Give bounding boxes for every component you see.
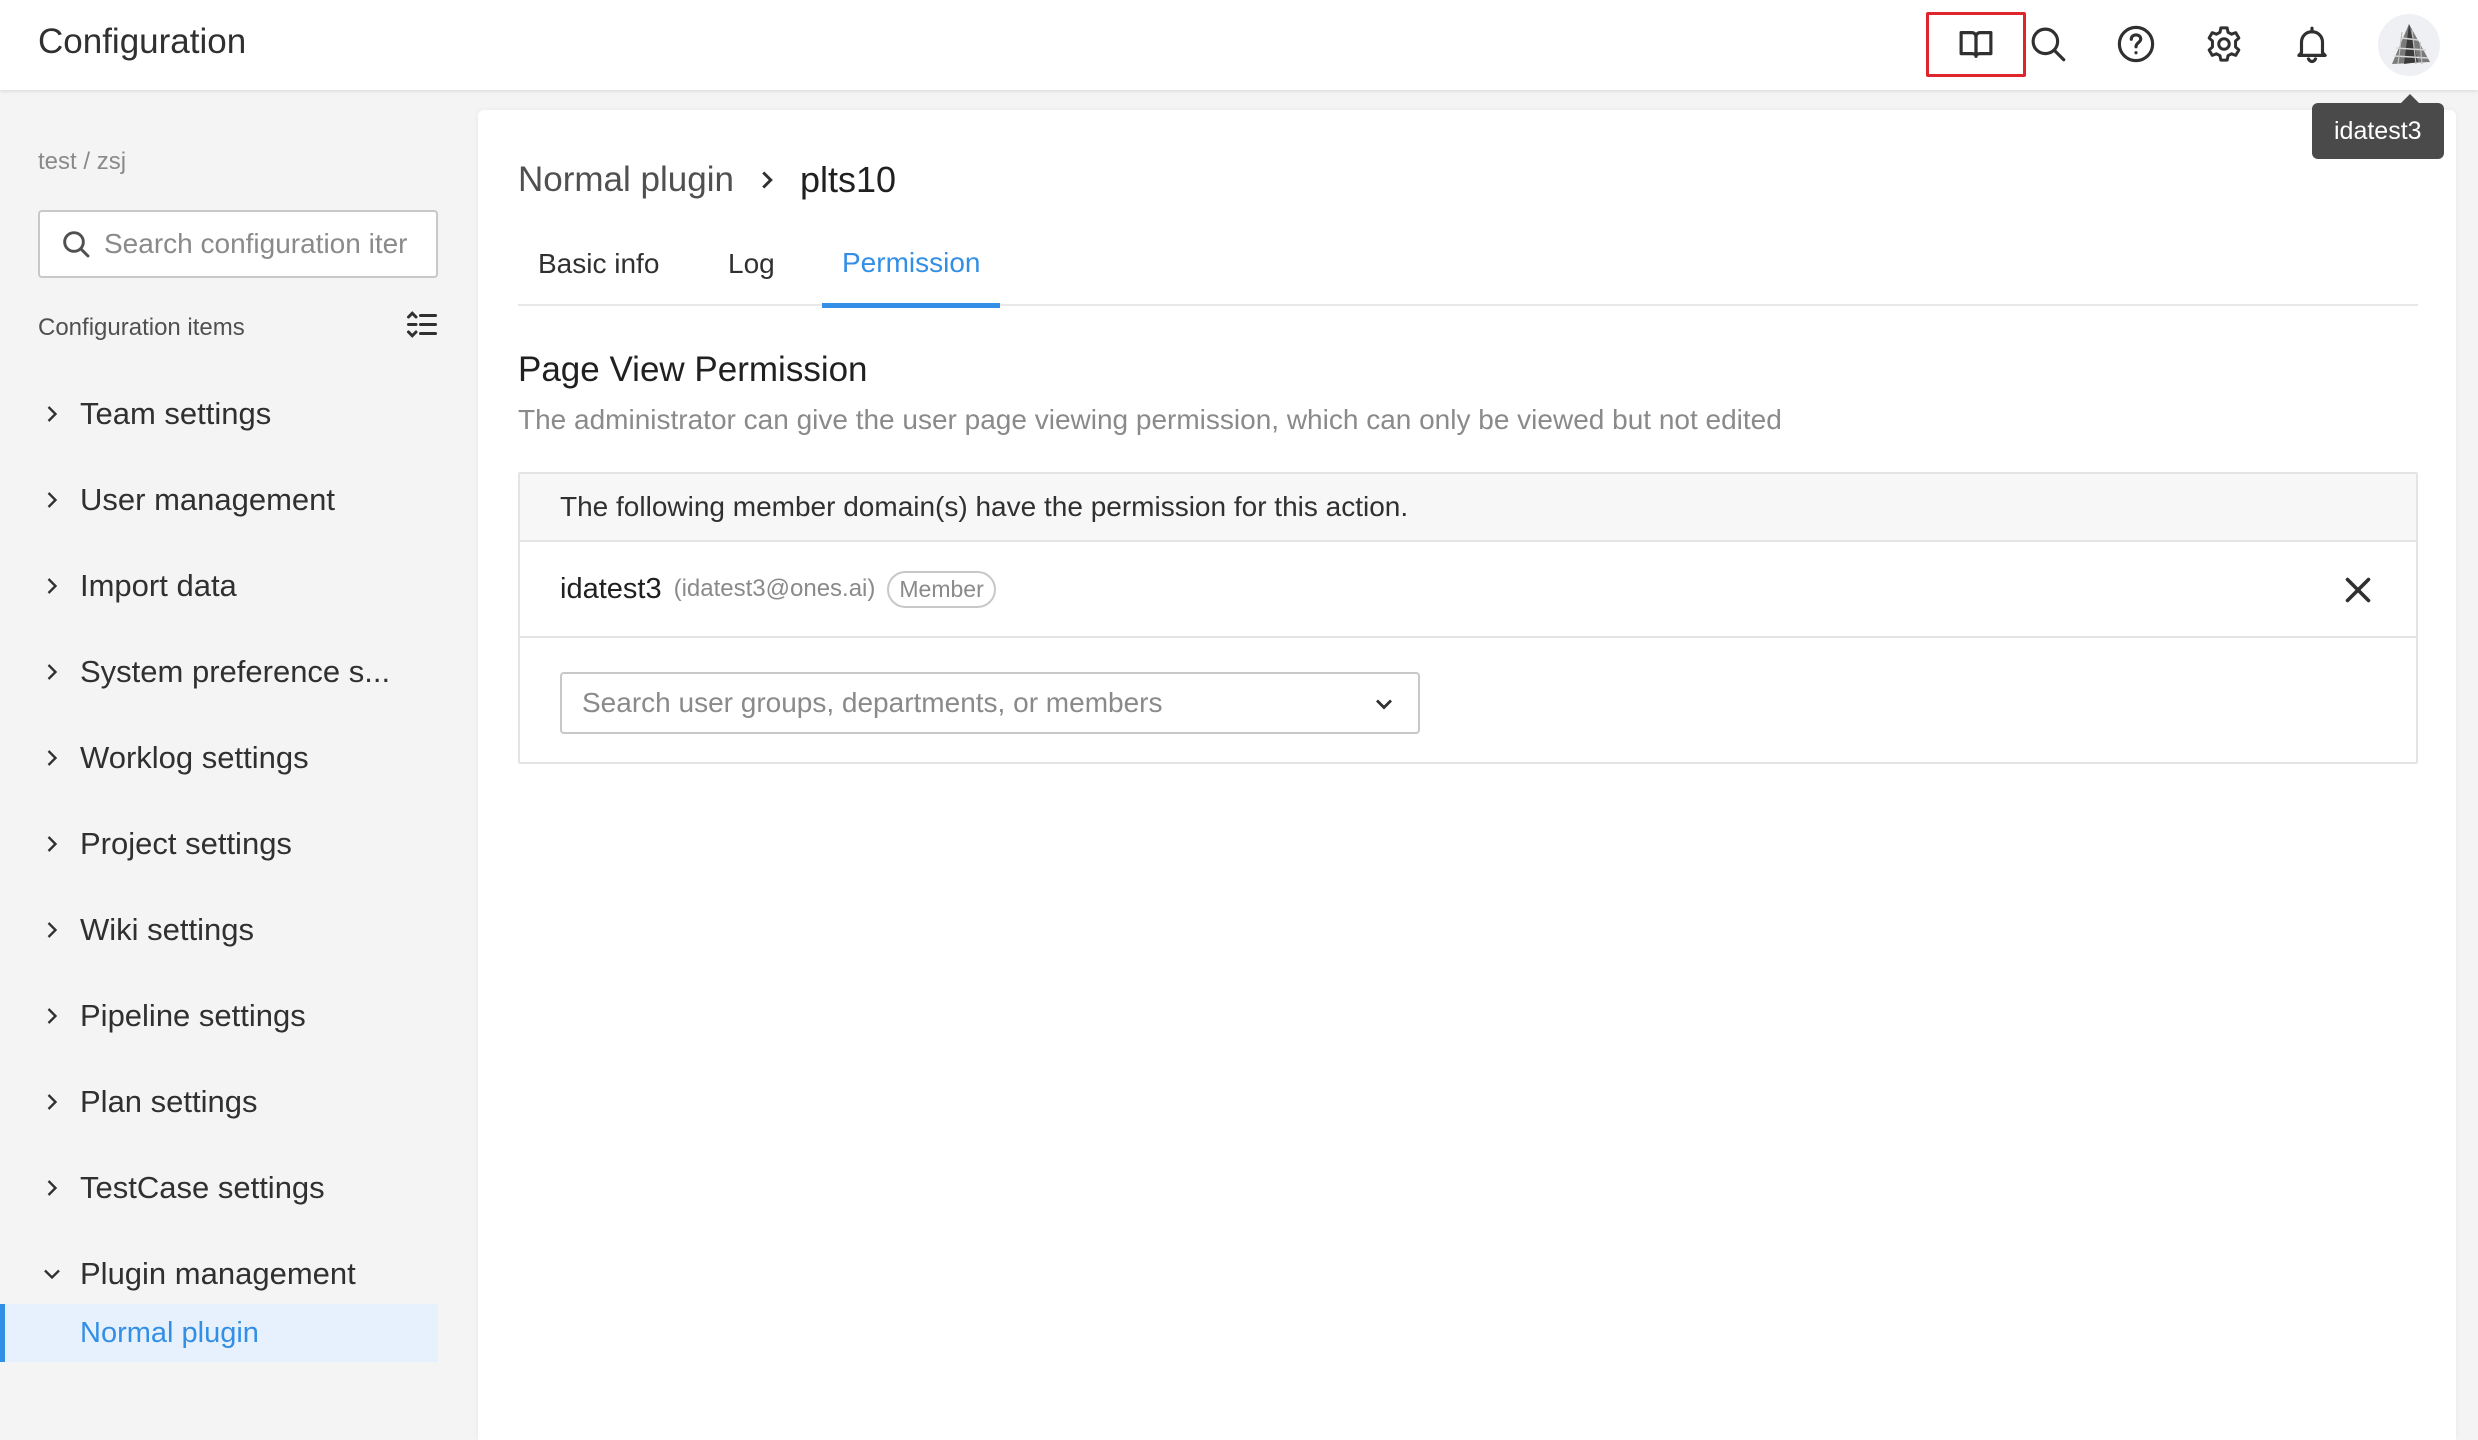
sidebar-item-label: Team settings xyxy=(80,396,272,431)
tab-basic-info[interactable]: Basic info xyxy=(518,222,679,306)
sidebar-item-label: Import data xyxy=(80,568,237,603)
sidebar-item-team-settings[interactable]: Team settings xyxy=(0,384,476,444)
member-badge: Member xyxy=(887,570,996,608)
search-icon[interactable] xyxy=(2018,14,2078,74)
sidebar-item-label: User management xyxy=(80,482,336,517)
config-search[interactable] xyxy=(38,210,438,278)
help-icon[interactable] xyxy=(2106,14,2166,74)
chevron-right-icon xyxy=(47,836,58,852)
sidebar-item-project-settings[interactable]: Project settings xyxy=(0,814,476,874)
user-avatar[interactable] xyxy=(2378,14,2440,76)
sidebar-item-system-preference[interactable]: System preference s... xyxy=(0,642,476,702)
sidebar-item-testcase-settings[interactable]: TestCase settings xyxy=(0,1158,476,1218)
user-tooltip: idatest3 xyxy=(2312,94,2444,159)
sidebar-item-label: Plan settings xyxy=(80,1084,258,1119)
sidebar-sub-item-label: Normal plugin xyxy=(80,1316,259,1349)
sidebar-item-plugin-management[interactable]: Plugin management xyxy=(0,1244,476,1304)
chevron-right-icon xyxy=(47,1008,58,1024)
chevron-right-icon xyxy=(47,578,58,594)
top-header: Configuration xyxy=(0,0,2478,90)
bell-icon[interactable] xyxy=(2282,14,2342,74)
chevron-right-icon xyxy=(762,171,773,189)
app-title: Configuration xyxy=(38,22,247,61)
sidebar-item-label: Plugin management xyxy=(80,1256,356,1291)
search-icon xyxy=(63,231,90,258)
chevron-down-icon xyxy=(1376,699,1392,710)
sidebar-item-label: Worklog settings xyxy=(80,740,309,775)
sidebar-item-pipeline-settings[interactable]: Pipeline settings xyxy=(0,986,476,1046)
member-search-select[interactable]: Search user groups, departments, or memb… xyxy=(560,672,1420,734)
permission-panel: The following member domain(s) have the … xyxy=(518,472,2418,764)
book-icon[interactable] xyxy=(1946,14,2006,74)
permission-header: The following member domain(s) have the … xyxy=(520,474,2416,542)
breadcrumb-current: plts10 xyxy=(799,159,897,200)
sidebar-item-label: System preference s... xyxy=(80,654,391,689)
main-panel: Normal plugin plts10 Basic info Log Perm… xyxy=(478,110,2456,1440)
team-path: test / zsj xyxy=(38,148,127,175)
member-name: idatest3 xyxy=(560,572,662,605)
chevron-right-icon xyxy=(47,1094,58,1110)
sidebar-item-plan-settings[interactable]: Plan settings xyxy=(0,1072,476,1132)
sidebar-item-label: Project settings xyxy=(80,826,292,861)
chevron-down-icon xyxy=(44,1269,60,1280)
sidebar-item-label: Pipeline settings xyxy=(80,998,306,1033)
section-description: The administrator can give the user page… xyxy=(518,404,1782,435)
chevron-right-icon xyxy=(47,664,58,680)
member-select-placeholder: Search user groups, departments, or memb… xyxy=(582,687,1163,718)
sidebar: test / zsj Configuration items Team sett… xyxy=(0,90,476,1440)
breadcrumb: Normal plugin plts10 xyxy=(518,158,896,202)
section-title: Page View Permission xyxy=(518,350,868,389)
collapse-list-icon[interactable] xyxy=(404,308,440,344)
chevron-right-icon xyxy=(47,922,58,938)
sidebar-item-label: Wiki settings xyxy=(80,912,254,947)
tab-bar: Basic info Log Permission xyxy=(518,222,2418,308)
member-row: idatest3 (idatest3@ones.ai) Member xyxy=(520,542,2416,638)
member-email: (idatest3@ones.ai) xyxy=(673,575,876,602)
close-icon[interactable] xyxy=(2340,572,2376,608)
config-items-label: Configuration items xyxy=(38,314,245,341)
avatar-pattern-icon xyxy=(2392,24,2430,65)
sidebar-item-user-management[interactable]: User management xyxy=(0,470,476,530)
breadcrumb-parent-link[interactable]: Normal plugin xyxy=(518,160,734,200)
chevron-right-icon xyxy=(47,492,58,508)
tab-permission[interactable]: Permission xyxy=(822,222,1001,308)
sidebar-item-label: TestCase settings xyxy=(80,1170,325,1205)
chevron-right-icon xyxy=(47,750,58,766)
sidebar-item-worklog-settings[interactable]: Worklog settings xyxy=(0,728,476,788)
tab-log[interactable]: Log xyxy=(708,222,795,306)
chevron-right-icon xyxy=(47,406,58,422)
sidebar-item-wiki-settings[interactable]: Wiki settings xyxy=(0,900,476,960)
chevron-right-icon xyxy=(47,1180,58,1196)
sidebar-item-import-data[interactable]: Import data xyxy=(0,556,476,616)
config-search-input[interactable] xyxy=(104,228,434,260)
sidebar-item-normal-plugin[interactable]: Normal plugin xyxy=(0,1304,438,1362)
gear-icon[interactable] xyxy=(2194,14,2254,74)
